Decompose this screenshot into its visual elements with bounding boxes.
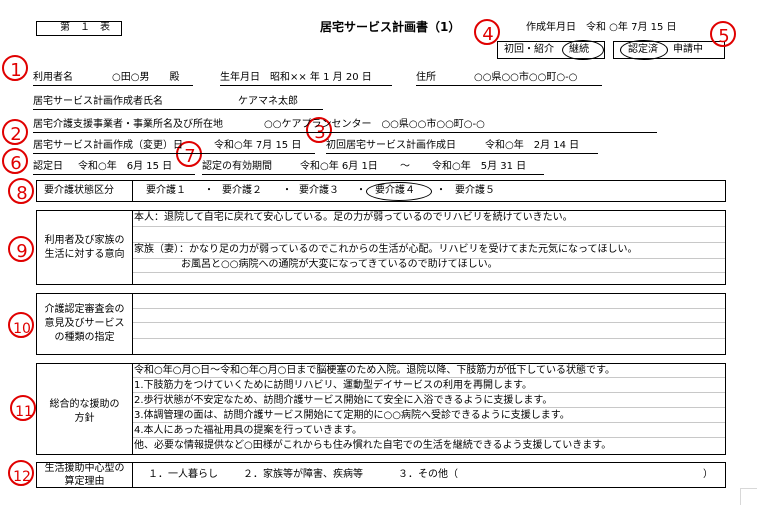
annotation-8: 8: [8, 178, 36, 207]
policy-label-1: 総合的な援助の: [49, 399, 120, 410]
care-level-sep-2: ・: [282, 185, 292, 196]
care-level-sep-4: ・: [436, 185, 446, 196]
office-label: 居宅介護支援事業者・事業所名及び所在地: [33, 119, 223, 130]
opinion-box: [36, 293, 726, 355]
creator-value: ケアマネ太郎: [238, 96, 298, 107]
policy-line-3: 2.歩行状態が不安定なため、訪問介護サービス開始にて安全に入浴できるように支援し…: [134, 395, 553, 406]
validity-to: 令和○年 5月 31 日: [432, 161, 527, 172]
reason-label-2: 算定理由: [64, 476, 105, 487]
address-underline: [416, 85, 602, 86]
user-name-label: 利用者名: [33, 72, 73, 83]
office-underline: [33, 132, 657, 133]
policy-line-1: 令和○年○月○日〜令和○年○月○日まで脳梗塞のため入院。退院以降、下肢筋力が低下…: [134, 365, 616, 376]
intent-line-1: 本人：退院して自宅に戻れて安心している。足の力が弱っているのでリハビリを続けてい…: [134, 212, 573, 223]
annotation-5: 5: [710, 21, 738, 50]
first-plan-underline: [326, 153, 598, 154]
policy-line-2: 1.下肢筋力をつけていくために訪問リハビリ、運動型デイサービスの利用を再開します…: [134, 380, 532, 391]
validity-from: 令和○年 6月 1日: [300, 161, 378, 172]
reason-option-1: １．一人暮らし: [148, 469, 218, 480]
status-continue: 継続: [569, 44, 589, 55]
intent-divider: [132, 210, 133, 285]
user-name-underline: [33, 85, 193, 86]
reason-box: [36, 462, 726, 488]
annotation-12: 12: [8, 460, 36, 490]
reason-label-1: 生活援助中心型の: [44, 463, 125, 474]
first-plan-label: 初回居宅サービス計画作成日: [326, 140, 456, 151]
table-number: 第 １ 表: [60, 22, 110, 33]
annotation-9: 9: [8, 236, 36, 265]
care-level-sep-3: ・: [356, 185, 366, 196]
reason-option-2: ２．家族等が障害、疾病等: [243, 469, 363, 480]
address-value: ○○県○○市○○町○-○: [474, 72, 578, 83]
intent-label-1: 利用者及び家族の: [44, 235, 125, 246]
status-first-referral: 初回・紹介: [504, 44, 554, 55]
care-level-option-5: 要介護５: [455, 185, 495, 196]
certification-date-value: 令和○年 6月 15 日: [78, 161, 173, 172]
validity-separator: 〜: [400, 161, 410, 172]
address-label: 住所: [416, 72, 436, 83]
annotation-1: 1: [2, 55, 30, 84]
plan-change-underline: [33, 153, 315, 154]
annotation-6: 6: [2, 148, 30, 177]
page-title: 居宅サービス計画書（1）: [320, 20, 461, 34]
care-level-sep-1: ・: [204, 185, 214, 196]
intent-line-2: 家族（妻）：かなり足の力が弱っているのでこれからの生活が心配。リハビリを受けてま…: [134, 244, 638, 255]
policy-line-5: 4.本人にあった福祉用具の提案を行っていきます。: [134, 425, 363, 436]
certification-date-label: 認定日: [33, 161, 63, 172]
annotation-4: 4: [474, 19, 502, 48]
policy-line-6: 他、必要な情報提供など○田様がこれからも住み慣れた自宅での生活を継続できるよう支…: [134, 440, 612, 451]
policy-line-4: 3.体調管理の面は、訪問介護サービス開始にて定期的に○○病院へ受診できるように支…: [134, 410, 570, 421]
opinion-label-3: の種類の指定: [54, 332, 115, 343]
annotation-11: 11: [10, 395, 38, 425]
office-value: ○○ケアプランセンター ○○県○○市○○町○-○: [264, 119, 485, 130]
user-name-value: ○田○男 殿: [112, 72, 180, 83]
birth-date: 生年月日 昭和×× 年 1 月 20 日: [220, 72, 372, 83]
birth-underline: [220, 85, 392, 86]
intent-line-3: お風呂と○○病院への通院が大変になってきているので助けてほしい。: [181, 259, 498, 270]
care-level-option-1: 要介護１: [146, 185, 186, 196]
created-date: 作成年月日 令和 ○年 7月 15 日: [526, 22, 677, 33]
annotation-10: 10: [8, 312, 36, 342]
first-plan-value: 令和○年 2月 14 日: [485, 140, 580, 151]
reason-option-3: ３．その他（: [398, 469, 458, 480]
status-certified: 認定済: [628, 44, 658, 55]
opinion-divider: [132, 293, 133, 355]
creator-underline: [33, 109, 323, 110]
intent-label-2: 生活に対する意向: [44, 249, 125, 260]
care-level-divider: [132, 180, 133, 202]
validity-label: 認定の有効期間: [202, 161, 272, 172]
certification-date-underline: [33, 174, 195, 175]
opinion-label-2: 意見及びサービス: [44, 318, 125, 329]
care-level-option-4: 要介護４: [375, 185, 415, 196]
validity-underline: [202, 174, 544, 175]
care-level-option-3: 要介護３: [299, 185, 339, 196]
plan-change-label: 居宅サービス計画作成（変更）日: [33, 140, 183, 151]
reason-option-3-close: ）: [703, 469, 713, 480]
annotation-2: 2: [2, 119, 30, 148]
care-level-label: 要介護状態区分: [44, 185, 114, 196]
policy-label-2: 方針: [74, 413, 95, 424]
care-level-option-2: 要介護２: [222, 185, 262, 196]
reason-divider: [132, 462, 133, 488]
corner-mark: [740, 488, 757, 505]
plan-change-value: 令和○年 7月 15 日: [214, 140, 302, 151]
status-applying: 申請中: [673, 44, 703, 55]
opinion-label-1: 介護認定審査会の: [44, 304, 125, 315]
creator-label: 居宅サービス計画作成者氏名: [33, 96, 163, 107]
